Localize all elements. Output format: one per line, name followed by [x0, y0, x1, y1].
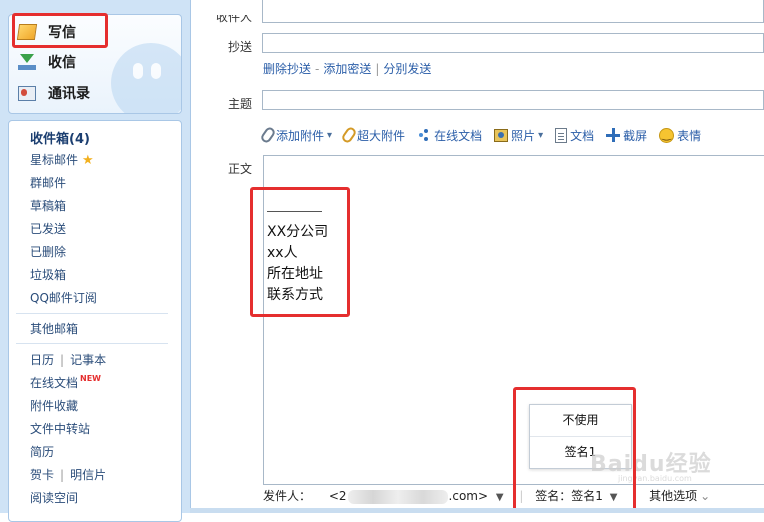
screenshot-button[interactable]: 截屏: [606, 127, 647, 144]
signature-line: 所在地址: [267, 266, 323, 282]
sidebar-item-drafts[interactable]: 草稿箱: [30, 197, 66, 214]
online-doc-label: 在线文档: [434, 128, 483, 143]
receive-mail-button[interactable]: 收信: [18, 49, 76, 75]
sidebar-item-calendar[interactable]: 日历: [30, 353, 54, 367]
document-button[interactable]: 文档: [555, 127, 594, 144]
pencil-icon: [16, 24, 38, 40]
sidebar-item-reading-space[interactable]: 阅读空间: [30, 489, 78, 506]
subject-label: 主题: [227, 97, 252, 111]
subject-input[interactable]: [262, 90, 764, 110]
sidebar-item-attachments[interactable]: 附件收藏: [30, 397, 78, 414]
smiley-icon: [659, 127, 675, 143]
emoji-label: 表情: [677, 128, 702, 143]
sender-select[interactable]: <2 .com>: [328, 489, 489, 504]
sidebar-row-calendar-notes: 日历 | 记事本: [30, 353, 107, 367]
sender-prefix: <2: [328, 489, 347, 503]
contact-card-icon: [18, 85, 36, 101]
emoji-button[interactable]: 表情: [659, 127, 701, 144]
sidebar-item-resume[interactable]: 简历: [30, 443, 54, 460]
chevron-down-icon[interactable]: ▾: [538, 130, 543, 141]
redacted-address: [347, 489, 448, 504]
large-paperclip-icon: [340, 125, 358, 145]
signature-line: xx人: [267, 245, 298, 261]
add-attachment-label: 添加附件: [276, 128, 325, 143]
large-attachment-button[interactable]: 超大附件: [340, 125, 406, 145]
signature-select[interactable]: 签名：签名1: [535, 489, 603, 503]
document-icon: [555, 127, 568, 143]
signature-line: 联系方式: [267, 287, 323, 303]
cc-input[interactable]: [262, 33, 764, 53]
sender-label: 发件人：: [263, 489, 312, 503]
sidebar-item-other-mailboxes[interactable]: 其他邮箱: [30, 320, 78, 337]
sidebar-row-cards: 贺卡 | 明信片: [30, 468, 107, 482]
online-docs-label: 在线文档: [30, 376, 79, 390]
sidebar-item-notes[interactable]: 记事本: [70, 353, 106, 367]
signature-rule: [267, 211, 322, 212]
sidebar-item-group[interactable]: 群邮件: [30, 174, 66, 191]
signature-select-label: 签名：签名1: [535, 489, 603, 503]
baidu-watermark-url: jingyan.baidu.com: [618, 474, 692, 483]
online-doc-button[interactable]: 在线文档: [417, 127, 482, 144]
screenshot-label: 截屏: [623, 128, 648, 143]
receive-mail-label: 收信: [48, 55, 76, 71]
footer-band: [190, 508, 764, 513]
document-label: 文档: [570, 128, 595, 143]
large-attachment-label: 超大附件: [357, 128, 406, 143]
starred-label: 星标邮件: [30, 153, 79, 167]
compose-toolbar: 添加附件 ▾ 超大附件 在线文档 照片 ▾ 文档 截屏 表情: [259, 125, 713, 145]
divider: |: [519, 489, 524, 503]
compose-footer: 发件人： <2 .com> ▼ | 签名：签名1 ▼ | 其他选项 ⌄: [263, 487, 710, 504]
write-mail-label: 写信: [48, 25, 76, 41]
add-bcc-link[interactable]: 添加密送: [323, 62, 371, 76]
sidebar-item-starred[interactable]: 星标邮件 ★: [30, 151, 94, 168]
sidebar-item-inbox[interactable]: 收件箱(4): [30, 128, 90, 147]
more-options-link[interactable]: 其他选项 ⌄: [649, 489, 710, 503]
more-options-label: 其他选项: [649, 489, 698, 503]
divider: [16, 343, 168, 344]
cc-label: 抄送: [227, 40, 252, 54]
sidebar-item-subscriptions[interactable]: QQ邮件订阅: [30, 289, 97, 306]
star-icon: ★: [82, 153, 94, 168]
signature-line: XX分公司: [267, 224, 329, 240]
send-separately-link[interactable]: 分别发送: [383, 62, 431, 76]
chevron-down-icon[interactable]: ▾: [327, 130, 332, 141]
divider: [16, 313, 168, 314]
write-mail-button[interactable]: 写信: [16, 19, 76, 45]
contacts-label: 通讯录: [48, 86, 90, 102]
share-doc-icon: [417, 128, 431, 142]
sidebar-item-sent[interactable]: 已发送: [30, 220, 66, 237]
sidebar-item-spam[interactable]: 垃圾箱: [30, 266, 66, 283]
screenshot-icon: [606, 128, 621, 142]
signature-option-none[interactable]: 不使用: [530, 405, 631, 437]
sender-dropdown-icon[interactable]: ▼: [496, 492, 504, 503]
inbox-download-icon: [18, 54, 36, 70]
add-attachment-button[interactable]: 添加附件 ▾: [259, 125, 332, 145]
sidebar-item-file-transfer[interactable]: 文件中转站: [30, 420, 90, 437]
sender-suffix: .com>: [448, 489, 489, 503]
photo-label: 照片: [511, 128, 536, 143]
sidebar-item-deleted[interactable]: 已删除: [30, 243, 66, 260]
new-badge: NEW: [80, 374, 101, 383]
signature-dropdown-icon[interactable]: ▼: [610, 492, 618, 503]
contacts-button[interactable]: 通讯录: [18, 80, 90, 106]
divider: |: [633, 489, 638, 503]
sidebar-item-postcards[interactable]: 明信片: [70, 468, 106, 482]
sidebar-item-greeting-cards[interactable]: 贺卡: [30, 468, 54, 482]
body-label: 正文: [227, 162, 252, 176]
body-editor[interactable]: [263, 155, 764, 485]
remove-cc-link[interactable]: 删除抄送: [263, 62, 311, 76]
cc-options: 删除抄送 - 添加密送 | 分别发送: [263, 62, 432, 76]
sidebar-item-online-docs[interactable]: 在线文档 NEW: [30, 374, 101, 391]
double-chevron-down-icon: ⌄: [700, 489, 711, 503]
to-input[interactable]: [262, 0, 764, 23]
photo-button[interactable]: 照片 ▾: [494, 127, 543, 144]
photo-icon: [494, 128, 509, 142]
qq-mascot-icon: [111, 43, 181, 113]
